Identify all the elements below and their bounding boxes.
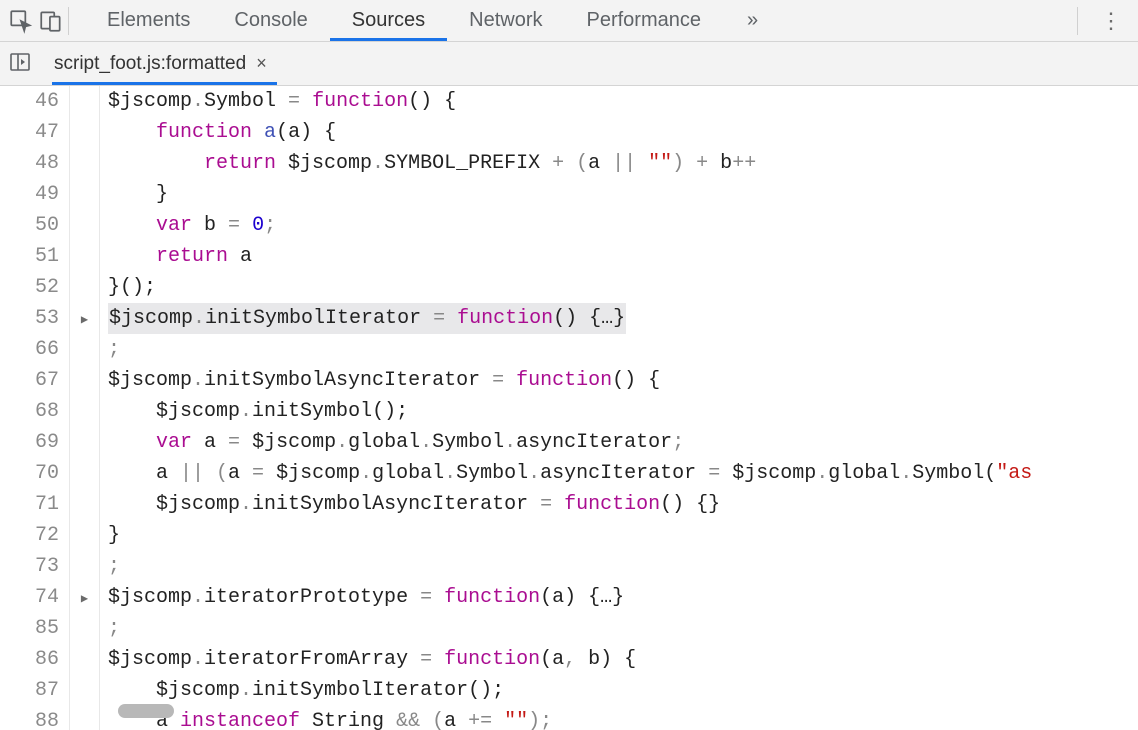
code-line[interactable]: a instanceof String && (a += ""); [108, 706, 1138, 730]
line-number[interactable]: 87 [0, 675, 59, 706]
code-line[interactable]: } [108, 520, 1138, 551]
fold-empty [70, 458, 99, 489]
line-number[interactable]: 71 [0, 489, 59, 520]
fold-empty [70, 148, 99, 179]
code-line[interactable]: $jscomp.iteratorFromArray = function(a, … [108, 644, 1138, 675]
code-line[interactable]: ; [108, 613, 1138, 644]
line-number[interactable]: 50 [0, 210, 59, 241]
code-line[interactable]: $jscomp.Symbol = function() { [108, 86, 1138, 117]
fold-empty [70, 210, 99, 241]
line-number[interactable]: 46 [0, 86, 59, 117]
code-line[interactable]: }(); [108, 272, 1138, 303]
devtools-toolbar: Elements Console Sources Network Perform… [0, 0, 1138, 42]
fold-empty [70, 365, 99, 396]
code-line[interactable]: $jscomp.initSymbolAsyncIterator = functi… [108, 489, 1138, 520]
inspect-icon[interactable] [8, 8, 34, 34]
code-line[interactable]: return $jscomp.SYMBOL_PREFIX + (a || "")… [108, 148, 1138, 179]
code-line[interactable]: return a [108, 241, 1138, 272]
fold-empty [70, 489, 99, 520]
code-line[interactable]: var a = $jscomp.global.Symbol.asyncItera… [108, 427, 1138, 458]
line-number[interactable]: 52 [0, 272, 59, 303]
code-line[interactable]: ; [108, 551, 1138, 582]
line-number[interactable]: 74 [0, 582, 59, 613]
file-tab[interactable]: script_foot.js:formatted × [52, 42, 277, 85]
fold-empty [70, 551, 99, 582]
code-line[interactable]: $jscomp.initSymbolIterator(); [108, 675, 1138, 706]
line-number[interactable]: 66 [0, 334, 59, 365]
tab-performance[interactable]: Performance [565, 0, 724, 41]
fold-empty [70, 272, 99, 303]
file-tab-label: script_foot.js:formatted [54, 53, 246, 75]
line-number[interactable]: 69 [0, 427, 59, 458]
line-number[interactable]: 85 [0, 613, 59, 644]
code-line[interactable]: function a(a) { [108, 117, 1138, 148]
fold-empty [70, 396, 99, 427]
close-icon[interactable]: × [256, 53, 267, 74]
fold-toggle-icon[interactable]: ▶ [70, 582, 99, 613]
code-line[interactable]: ; [108, 334, 1138, 365]
fold-empty [70, 334, 99, 365]
line-number[interactable]: 48 [0, 148, 59, 179]
fold-empty [70, 241, 99, 272]
line-number[interactable]: 88 [0, 706, 59, 730]
tab-elements[interactable]: Elements [85, 0, 212, 41]
devtools-tabs: Elements Console Sources Network Perform… [85, 0, 770, 41]
tab-console[interactable]: Console [212, 0, 329, 41]
code-line[interactable]: $jscomp.initSymbolIterator = function() … [108, 303, 1138, 334]
line-number[interactable]: 53 [0, 303, 59, 334]
separator [1077, 7, 1078, 35]
line-number[interactable]: 67 [0, 365, 59, 396]
line-gutter: 4647484950515253666768697071727374858687… [0, 86, 70, 730]
code-line[interactable]: } [108, 179, 1138, 210]
code-editor[interactable]: 4647484950515253666768697071727374858687… [0, 86, 1138, 730]
fold-empty [70, 427, 99, 458]
toolbar-left-icons [8, 7, 85, 35]
code-line[interactable]: $jscomp.iteratorPrototype = function(a) … [108, 582, 1138, 613]
tabs-overflow-icon[interactable]: » [735, 9, 770, 32]
horizontal-scrollbar-thumb[interactable] [118, 704, 174, 718]
line-number[interactable]: 86 [0, 644, 59, 675]
navigator-toggle-icon[interactable] [8, 50, 32, 78]
fold-empty [70, 706, 99, 730]
code-line[interactable]: $jscomp.initSymbol(); [108, 396, 1138, 427]
fold-empty [70, 117, 99, 148]
fold-empty [70, 675, 99, 706]
separator [68, 7, 69, 35]
more-menu-icon[interactable]: ⋮ [1092, 10, 1130, 32]
fold-toggle-icon[interactable]: ▶ [70, 303, 99, 334]
line-number[interactable]: 73 [0, 551, 59, 582]
code-line[interactable]: var b = 0; [108, 210, 1138, 241]
fold-empty [70, 179, 99, 210]
fold-empty [70, 86, 99, 117]
line-number[interactable]: 47 [0, 117, 59, 148]
line-number[interactable]: 70 [0, 458, 59, 489]
tab-network[interactable]: Network [447, 0, 564, 41]
sources-subbar: script_foot.js:formatted × [0, 42, 1138, 86]
code-line[interactable]: $jscomp.initSymbolAsyncIterator = functi… [108, 365, 1138, 396]
toolbar-right: ⋮ [1077, 7, 1130, 35]
line-number[interactable]: 49 [0, 179, 59, 210]
line-number[interactable]: 68 [0, 396, 59, 427]
line-number[interactable]: 51 [0, 241, 59, 272]
fold-gutter: ▶▶ [70, 86, 100, 730]
code-line[interactable]: a || (a = $jscomp.global.Symbol.asyncIte… [108, 458, 1138, 489]
fold-empty [70, 520, 99, 551]
fold-empty [70, 613, 99, 644]
fold-empty [70, 644, 99, 675]
code-content[interactable]: $jscomp.Symbol = function() { function a… [100, 86, 1138, 730]
tab-sources[interactable]: Sources [330, 0, 447, 41]
device-toggle-icon[interactable] [38, 8, 64, 34]
line-number[interactable]: 72 [0, 520, 59, 551]
